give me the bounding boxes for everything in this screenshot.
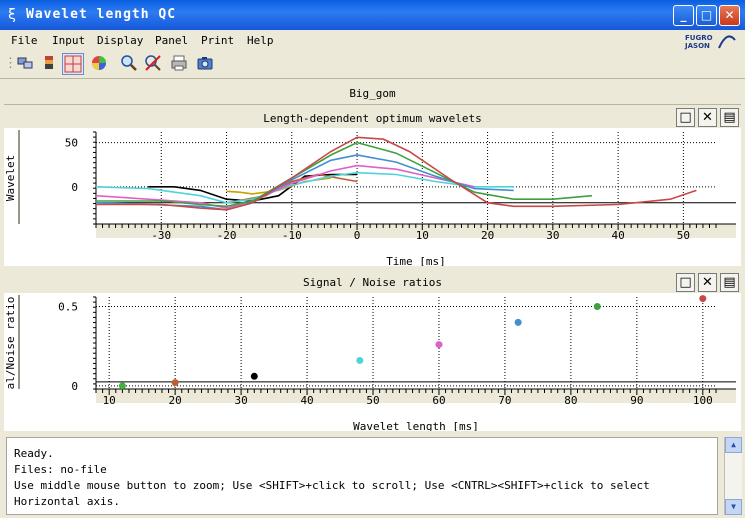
no-zoom-icon[interactable] bbox=[142, 53, 164, 75]
panel1-maximize-icon[interactable]: □ bbox=[676, 108, 695, 127]
status-line: Horizontal axis. bbox=[14, 495, 120, 508]
menu-file[interactable]: File bbox=[11, 34, 38, 47]
snr-point bbox=[171, 379, 179, 387]
menu-display[interactable]: Display bbox=[97, 34, 143, 47]
x-tick-label: 40 bbox=[300, 394, 313, 407]
panel2-close-icon[interactable]: ✕ bbox=[698, 273, 717, 292]
x-axis-label: Time [ms] bbox=[386, 255, 446, 266]
snr-point bbox=[356, 356, 364, 364]
x-tick-label: -10 bbox=[282, 229, 302, 242]
panel1-title: Length-dependent optimum wavelets bbox=[263, 112, 482, 125]
plot-background bbox=[4, 293, 741, 431]
panel2-title: Signal / Noise ratios bbox=[302, 276, 443, 289]
cascade-windows-icon[interactable] bbox=[14, 53, 36, 75]
x-tick-label: 50 bbox=[677, 229, 690, 242]
panel1-close-icon[interactable]: ✕ bbox=[698, 108, 717, 127]
zoom-icon[interactable] bbox=[118, 53, 140, 75]
divider bbox=[4, 104, 741, 105]
scroll-up-icon[interactable]: ▲ bbox=[725, 437, 742, 453]
y-tick-label: 50 bbox=[65, 137, 78, 150]
snr-point bbox=[250, 372, 258, 380]
x-tick-label: 10 bbox=[416, 229, 429, 242]
x-tick-label: 70 bbox=[498, 394, 511, 407]
y-axis-label: al/Noise ratio bbox=[4, 297, 17, 390]
menu-bar: File Input Display Panel Print Help bbox=[0, 30, 745, 50]
status-line: Files: no-file bbox=[14, 463, 107, 476]
status-line: Ready. bbox=[14, 447, 54, 460]
fugro-jason-logo: FUGRO JASON bbox=[683, 31, 741, 51]
status-line: Use middle mouse button to zoom; Use <SH… bbox=[14, 479, 650, 492]
snr-point bbox=[514, 318, 522, 326]
menu-panel[interactable]: Panel bbox=[155, 34, 188, 47]
print-icon[interactable] bbox=[168, 53, 190, 75]
minimize-button[interactable]: _ bbox=[673, 5, 694, 26]
close-button[interactable]: ✕ bbox=[719, 5, 740, 26]
x-tick-label: 10 bbox=[103, 394, 116, 407]
panel1-plot[interactable]: -30 -20 -10 0 10 20 30 40 50 50 0 Time [ms] Wavelet bbox=[4, 128, 741, 268]
panel2-properties-icon[interactable]: ▤ bbox=[720, 273, 739, 292]
menu-print[interactable]: Print bbox=[201, 34, 234, 47]
y-tick-label: 0.5 bbox=[58, 301, 78, 314]
y-tick-label: 0 bbox=[71, 181, 78, 194]
x-tick-label: 100 bbox=[693, 394, 713, 407]
layers-icon[interactable] bbox=[38, 53, 60, 75]
maximize-button[interactable]: □ bbox=[696, 5, 717, 26]
color-wheel-icon[interactable] bbox=[88, 53, 110, 75]
snr-point bbox=[699, 295, 707, 303]
menu-help[interactable]: Help bbox=[247, 34, 274, 47]
left-frame bbox=[18, 130, 20, 224]
title-bar: ξ Wavelet length QC _ □ ✕ bbox=[0, 0, 745, 30]
x-tick-label: 80 bbox=[564, 394, 577, 407]
scroll-down-icon[interactable]: ▼ bbox=[725, 499, 742, 515]
y-axis-label: Wavelet bbox=[4, 155, 17, 201]
app-icon: ξ bbox=[7, 7, 17, 23]
toolbar-grip-icon: ⋮ bbox=[4, 56, 17, 71]
camera-icon[interactable] bbox=[194, 53, 216, 75]
y-tick-label: 0 bbox=[71, 380, 78, 393]
x-tick-label: -30 bbox=[151, 229, 171, 242]
snr-point bbox=[435, 341, 443, 349]
panel2-maximize-icon[interactable]: □ bbox=[676, 273, 695, 292]
snr-point bbox=[593, 303, 601, 311]
x-tick-label: 40 bbox=[611, 229, 624, 242]
x-tick-label: 20 bbox=[481, 229, 494, 242]
dataset-label: Big_gom bbox=[349, 87, 396, 100]
crosshair-grid-icon[interactable] bbox=[62, 53, 84, 75]
x-tick-label: 50 bbox=[366, 394, 379, 407]
window-title: Wavelet length QC bbox=[26, 7, 177, 22]
x-tick-label: 90 bbox=[630, 394, 643, 407]
panel1-properties-icon[interactable]: ▤ bbox=[720, 108, 739, 127]
snr-point bbox=[118, 382, 126, 390]
panel2-plot[interactable]: 10 20 30 40 50 60 70 80 90 100 0.5 0 Wavelet length … bbox=[4, 293, 741, 433]
x-axis-label: Wavelet length [ms] bbox=[353, 420, 479, 431]
x-tick-label: -20 bbox=[217, 229, 237, 242]
x-tick-label: 20 bbox=[169, 394, 182, 407]
x-tick-label: 30 bbox=[234, 394, 247, 407]
x-tick-label: 30 bbox=[546, 229, 559, 242]
toolbar bbox=[0, 51, 745, 79]
menu-input[interactable]: Input bbox=[52, 34, 85, 47]
status-log: Ready. Files: no-file Use middle mouse b… bbox=[6, 437, 718, 515]
left-frame bbox=[18, 295, 20, 389]
x-tick-label: 60 bbox=[432, 394, 445, 407]
status-scrollbar[interactable]: ▲ ▼ bbox=[724, 437, 742, 515]
x-tick-label: 0 bbox=[354, 229, 361, 242]
